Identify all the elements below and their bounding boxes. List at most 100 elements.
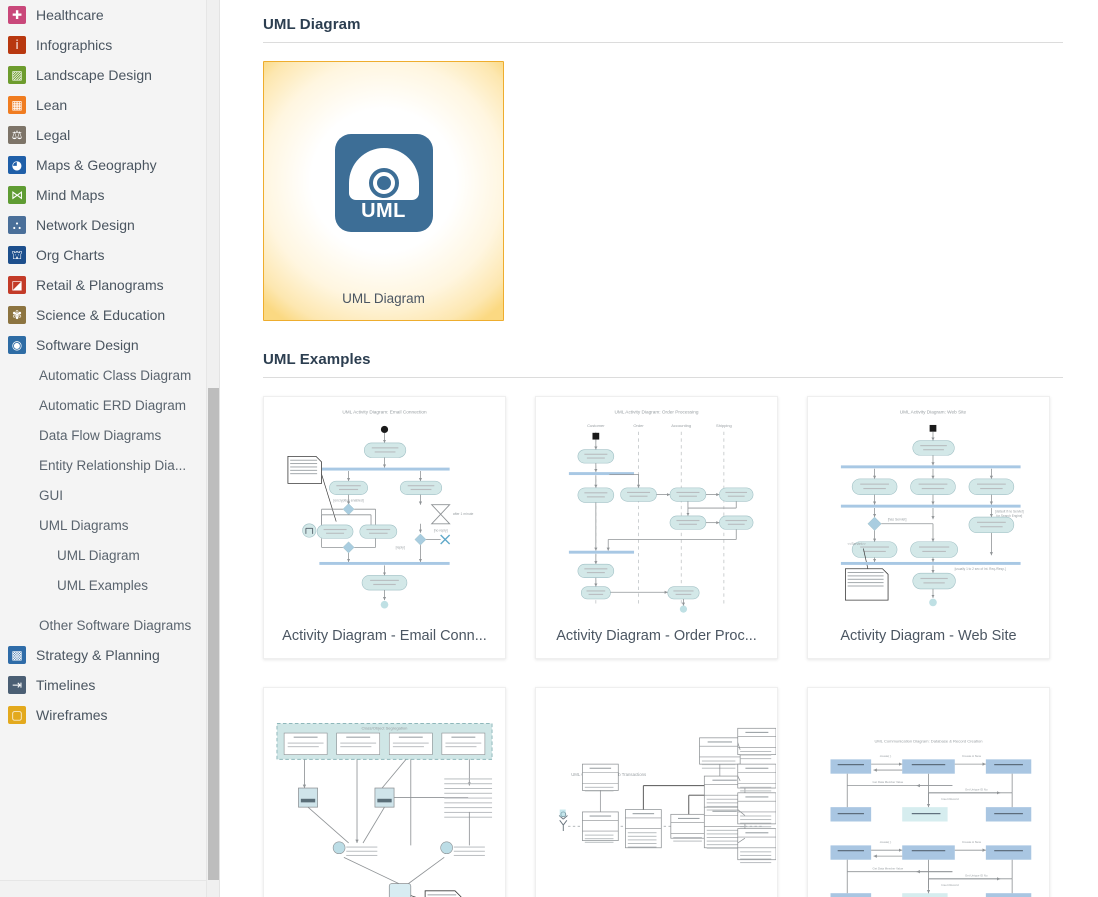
sidebar-spacer <box>0 600 219 610</box>
svg-text:Get Data Member Value: Get Data Member Value <box>873 780 904 784</box>
section-title-uml-examples: UML Examples <box>263 351 371 368</box>
svg-text:Get Unique ID No: Get Unique ID No <box>965 787 988 791</box>
svg-text:[has Servlet]: [has Servlet] <box>888 517 907 521</box>
section-rule-uml-diagram <box>263 42 1063 43</box>
sidebar-item-automatic-erd-diagram[interactable]: Automatic ERD Diagram <box>0 390 219 420</box>
svg-text:create( ): create( ) <box>880 754 892 758</box>
svg-text:Customer: Customer <box>587 423 605 428</box>
template-card-caption: UML Diagram <box>342 291 425 306</box>
svg-text:Order: Order <box>633 423 644 428</box>
example-card-activity-web-site[interactable]: UML Activity Diagram: Web Site [default i… <box>807 396 1050 659</box>
svg-text:[encryption enabled]: [encryption enabled] <box>333 498 363 502</box>
science-education-icon: ✾ <box>8 306 26 324</box>
example-thumbnail-activity-order-processing: UML Activity Diagram: Order Processing Cu… <box>537 398 776 617</box>
timelines-icon: ⇥ <box>8 676 26 694</box>
svg-text:Class/Object Segregation: Class/Object Segregation <box>362 725 408 730</box>
legal-icon: ⚖ <box>8 126 26 144</box>
example-card-class-web-transactions[interactable]: UML Class Diagram: Web Transactions <box>535 687 778 897</box>
sidebar-item-maps-geography[interactable]: ◕ Maps & Geography <box>0 150 219 180</box>
svg-text:[usually 1 to 2 sec of Int. Re: [usually 1 to 2 sec of Int. Req./Resp.] <box>955 567 1006 571</box>
sidebar-item-label: Maps & Geography <box>36 157 157 173</box>
sidebar-item-entity-relationship-dia[interactable]: Entity Relationship Dia... <box>0 450 219 480</box>
sidebar-item-infographics[interactable]: i Infographics <box>0 30 219 60</box>
sidebar-item-label: Entity Relationship Dia... <box>39 457 187 473</box>
uml-icon-label: UML <box>361 200 406 222</box>
sidebar-item-healthcare[interactable]: ✚ Healthcare <box>0 0 219 30</box>
svg-text:UML Activity Diagram: Email Co: UML Activity Diagram: Email Connection <box>342 410 427 415</box>
example-card-caption: Activity Diagram - Email Conn... <box>282 628 487 644</box>
sidebar-item-landscape-design[interactable]: ▨ Landscape Design <box>0 60 219 90</box>
sidebar-item-label: Science & Education <box>36 307 166 323</box>
svg-text:UML Activity Diagram: Order Pr: UML Activity Diagram: Order Processing <box>615 410 699 415</box>
sidebar-bottom-list: ▩ Strategy & Planning ⇥ Timelines ▢ Wireframe… <box>0 640 219 730</box>
sidebar-item-uml-diagram[interactable]: UML Diagram <box>0 540 219 570</box>
svg-text:[no reply]: [no reply] <box>434 529 448 533</box>
uml-icon-dot <box>376 176 391 190</box>
example-card-activity-email-connection[interactable]: UML Activity Diagram: Email Connection [e… <box>263 396 506 659</box>
svg-text:after 1 minute: after 1 minute <box>453 512 474 516</box>
example-thumbnail-activity-web-site: UML Activity Diagram: Web Site [default i… <box>809 398 1048 617</box>
sidebar-item-label: UML Diagram <box>57 547 140 563</box>
retail-planograms-icon: ◪ <box>8 276 26 294</box>
wireframes-icon: ▢ <box>8 706 26 724</box>
sidebar-item-wireframes[interactable]: ▢ Wireframes <box>0 700 219 730</box>
healthcare-icon: ✚ <box>8 6 26 24</box>
sidebar-item-software-design[interactable]: ◉ Software Design <box>0 330 219 360</box>
sidebar-item-automatic-class-diagram[interactable]: Automatic Class Diagram <box>0 360 219 390</box>
template-browser-main: UML Diagram UML UML Diagram UML Examples… <box>220 0 1098 897</box>
sidebar-item-label: Landscape Design <box>36 67 152 83</box>
sidebar-item-label: Automatic Class Diagram <box>39 367 192 383</box>
sidebar-item-label: UML Examples <box>57 577 149 593</box>
sidebar-item-retail-planograms[interactable]: ◪ Retail & Planograms <box>0 270 219 300</box>
svg-text:[reply]: [reply] <box>396 545 405 549</box>
example-card-activity-order-processing[interactable]: UML Activity Diagram: Order Processing Cu… <box>535 396 778 659</box>
sidebar-item-label: Wireframes <box>36 707 108 723</box>
svg-text:Accounting: Accounting <box>671 423 691 428</box>
sidebar-item-timelines[interactable]: ⇥ Timelines <box>0 670 219 700</box>
svg-text:UML Activity Diagram: Web Site: UML Activity Diagram: Web Site <box>900 410 967 415</box>
sidebar-item-label: Strategy & Planning <box>36 647 160 663</box>
sidebar-item-strategy-planning[interactable]: ▩ Strategy & Planning <box>0 640 219 670</box>
sidebar-item-gui[interactable]: GUI <box>0 480 219 510</box>
landscape-design-icon: ▨ <box>8 66 26 84</box>
sidebar-item-label: Lean <box>36 97 68 113</box>
sidebar-item-science-education[interactable]: ✾ Science & Education <box>0 300 219 330</box>
sidebar-item-data-flow-diagrams[interactable]: Data Flow Diagrams <box>0 420 219 450</box>
sidebar-item-mind-maps[interactable]: ⋈ Mind Maps <box>0 180 219 210</box>
sidebar-scrollbar-thumb[interactable] <box>208 388 219 880</box>
sidebar-item-uml-diagrams[interactable]: UML Diagrams <box>0 510 219 540</box>
sidebar-item-uml-examples[interactable]: UML Examples <box>0 570 219 600</box>
sidebar-item-network-design[interactable]: ⛬ Network Design <box>0 210 219 240</box>
example-card-communication-database[interactable]: UML Communication Diagram: Database & Re… <box>807 687 1050 897</box>
infographics-icon: i <box>8 36 26 54</box>
sidebar-item-label: Healthcare <box>36 7 104 23</box>
example-card-class-object-segregation[interactable]: Class/Object Segregation <box>263 687 506 897</box>
org-charts-icon: ⛫ <box>8 246 26 264</box>
template-card-uml-diagram[interactable]: UML UML Diagram <box>263 61 504 321</box>
sidebar-software-design-sublist: Automatic Class Diagram Automatic ERD Dia… <box>0 360 219 640</box>
sidebar-item-label: Infographics <box>36 37 113 53</box>
svg-text:Create A New: Create A New <box>962 840 982 844</box>
category-sidebar: ✚ Healthcare i Infographics ▨ Landscape Desig… <box>0 0 220 897</box>
network-design-icon: ⛬ <box>8 216 26 234</box>
application-window: ✚ Healthcare i Infographics ▨ Landscape Desig… <box>0 0 1098 897</box>
sidebar-item-label: Network Design <box>36 217 135 233</box>
example-card-caption: Activity Diagram - Web Site <box>840 628 1017 644</box>
sidebar-item-lean[interactable]: ▦ Lean <box>0 90 219 120</box>
sidebar-item-label: Retail & Planograms <box>36 277 164 293</box>
sidebar-item-legal[interactable]: ⚖ Legal <box>0 120 219 150</box>
svg-text:UML Communication Diagram: Dat: UML Communication Diagram: Database & Re… <box>874 739 982 744</box>
sidebar-scrollbar-track[interactable] <box>206 0 219 897</box>
lean-icon: ▦ <box>8 96 26 114</box>
sidebar-footer-area <box>0 881 207 897</box>
uml-examples-grid: UML Activity Diagram: Email Connection [e… <box>263 396 1063 897</box>
svg-text:[default if no Servlet]: [default if no Servlet] <box>995 510 1024 514</box>
software-design-icon: ◉ <box>8 336 26 354</box>
sidebar-item-org-charts[interactable]: ⛫ Org Charts <box>0 240 219 270</box>
sidebar-item-label: GUI <box>39 487 64 503</box>
section-title-uml-diagram: UML Diagram <box>263 16 361 33</box>
svg-text:Shipping: Shipping <box>716 423 732 428</box>
svg-text:<<Servlet>>: <<Servlet>> <box>847 542 865 546</box>
svg-text:Create A New: Create A New <box>962 754 982 758</box>
sidebar-item-other-software-diagrams[interactable]: Other Software Diagrams <box>0 610 219 640</box>
